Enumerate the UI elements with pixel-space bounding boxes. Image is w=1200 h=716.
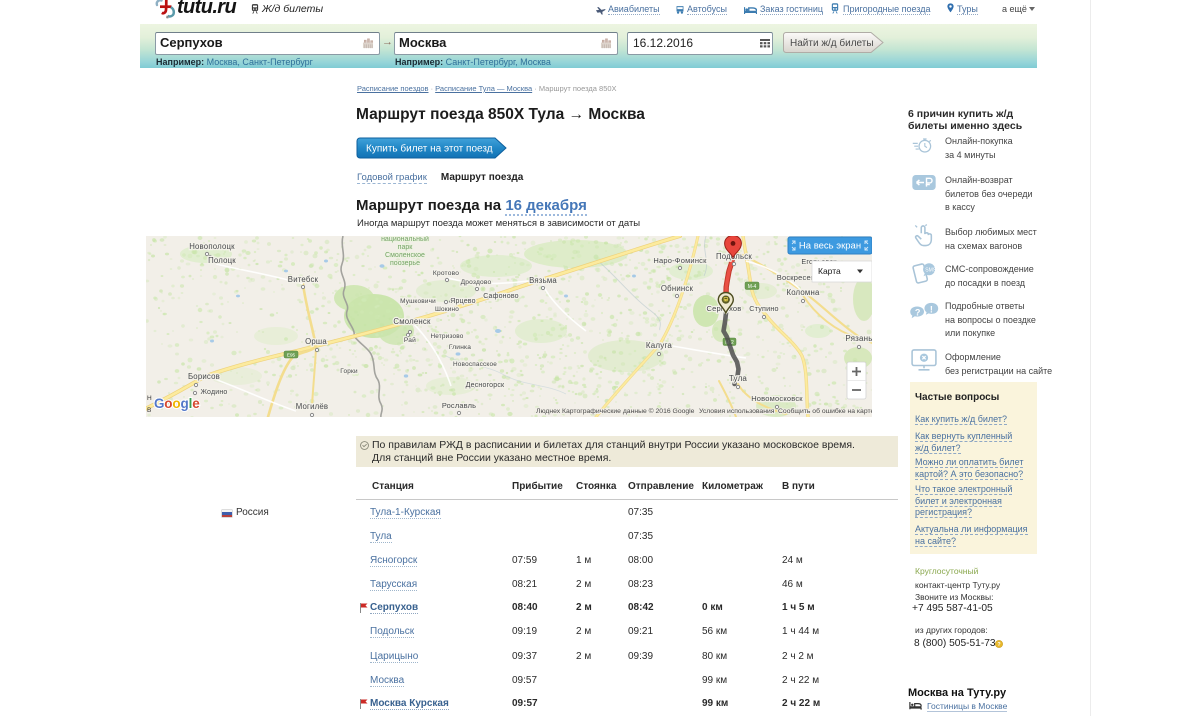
svg-text:Орша: Орша bbox=[305, 337, 327, 346]
svg-text:!: ! bbox=[930, 304, 933, 314]
svg-text:Новомосковск: Новомосковск bbox=[751, 394, 803, 403]
svg-text:поозерье: поозерье bbox=[390, 260, 420, 267]
svg-text:Шокино: Шокино bbox=[435, 306, 459, 313]
svg-text:?: ? bbox=[915, 307, 921, 317]
svg-text:Ступино: Ступино bbox=[749, 304, 778, 313]
svg-text:Обнинск: Обнинск bbox=[661, 284, 694, 293]
svg-text:Кротово: Кротово bbox=[433, 270, 459, 277]
svg-text:o: o bbox=[172, 396, 180, 411]
svg-text:?: ? bbox=[997, 642, 1000, 648]
svg-text:Коломна: Коломна bbox=[786, 288, 820, 297]
svg-text:Условия использования: Условия использования bbox=[699, 408, 775, 415]
svg-text:В: В bbox=[147, 407, 151, 414]
svg-text:Горки: Горки bbox=[340, 368, 358, 375]
svg-text:Рославль: Рославль bbox=[442, 401, 476, 410]
svg-text:Ярцево: Ярцево bbox=[450, 298, 476, 305]
svg-text:Нетризово: Нетризово bbox=[430, 333, 463, 340]
svg-text:национальный: национальный bbox=[381, 236, 429, 243]
svg-text:Сафоново: Сафоново bbox=[483, 293, 519, 300]
svg-text:Жодино: Жодино bbox=[200, 389, 227, 396]
svg-text:парк: парк bbox=[398, 244, 414, 251]
svg-text:g: g bbox=[181, 396, 189, 411]
svg-text:Тула: Тула bbox=[729, 374, 748, 383]
svg-text:Наро-Фоминск: Наро-Фоминск bbox=[653, 256, 707, 265]
svg-text:Купить билет на этот поезд: Купить билет на этот поезд bbox=[366, 143, 493, 155]
svg-text:Найти ж/д билеты: Найти ж/д билеты bbox=[790, 37, 874, 49]
svg-text:Витебск: Витебск bbox=[288, 275, 319, 284]
svg-text:Глинка: Глинка bbox=[449, 344, 471, 351]
svg-text:Рязань: Рязань bbox=[845, 334, 872, 343]
svg-text:Смоленск: Смоленск bbox=[393, 317, 431, 326]
svg-text:Новополоцк: Новополоцк bbox=[189, 242, 235, 251]
svg-text:Сообщить об ошибке на карте: Сообщить об ошибке на карте bbox=[778, 407, 872, 415]
svg-text:Воскресен: Воскресен bbox=[777, 273, 815, 282]
svg-text:На весь экран: На весь экран bbox=[799, 241, 861, 252]
svg-text:Мушковичи: Мушковичи bbox=[400, 298, 436, 305]
svg-text:Дроздово: Дроздово bbox=[461, 279, 492, 286]
svg-text:SMS: SMS bbox=[925, 267, 937, 273]
svg-text:Могилёв: Могилёв bbox=[296, 402, 329, 411]
svg-text:Рай: Рай bbox=[404, 336, 416, 344]
svg-text:Н: Н bbox=[147, 395, 152, 402]
svg-text:Десногорск: Десногорск bbox=[466, 382, 505, 389]
svg-text:Новоспасское: Новоспасское bbox=[453, 361, 497, 368]
svg-text:Калуга: Калуга bbox=[646, 341, 673, 350]
svg-text:Люднех Картографические данные: Люднех Картографические данные © 2016 Go… bbox=[536, 407, 695, 415]
svg-text:Полоцк: Полоцк bbox=[208, 256, 236, 265]
svg-text:o: o bbox=[164, 396, 172, 411]
svg-text:E95: E95 bbox=[287, 352, 296, 357]
svg-text:M-4: M-4 bbox=[748, 284, 757, 290]
svg-text:Карта: Карта bbox=[818, 266, 841, 276]
svg-text:e: e bbox=[192, 396, 200, 411]
svg-text:Борисов: Борисов bbox=[188, 372, 220, 381]
svg-text:Вязьма: Вязьма bbox=[529, 276, 557, 285]
svg-text:G: G bbox=[154, 396, 165, 411]
svg-text:Смоленское: Смоленское bbox=[385, 252, 425, 259]
